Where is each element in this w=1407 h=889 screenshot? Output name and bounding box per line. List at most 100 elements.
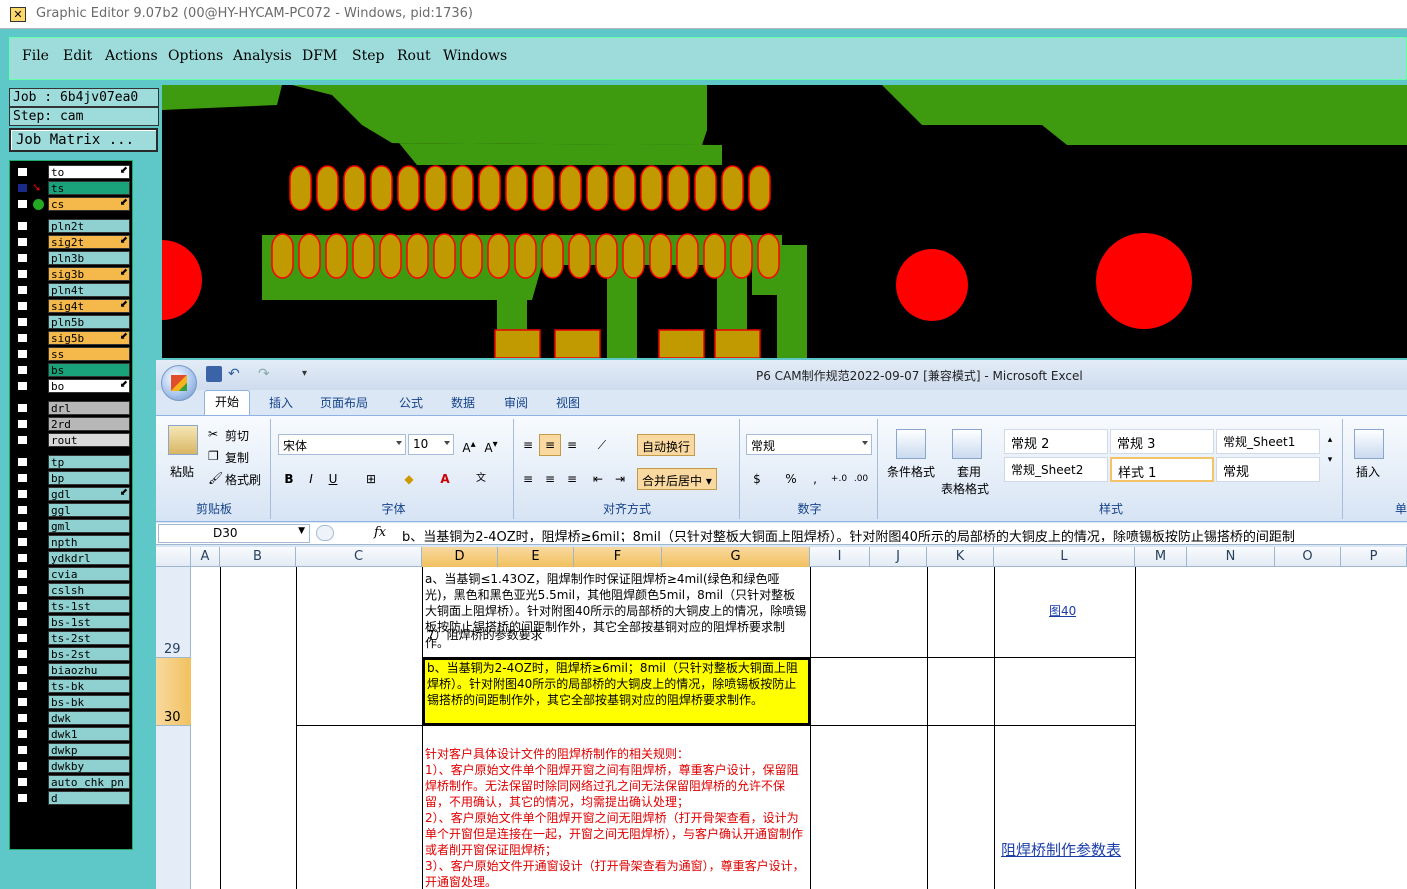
align-center-icon[interactable]: ≡ bbox=[539, 468, 561, 490]
select-all-corner[interactable] bbox=[156, 547, 191, 567]
layer-row-gdl[interactable]: gdl ⬋ bbox=[14, 487, 130, 501]
layer-row-d[interactable]: d bbox=[14, 791, 130, 805]
layer-name[interactable]: sig5b bbox=[48, 331, 130, 345]
layer-checkbox[interactable] bbox=[17, 167, 28, 177]
layer-row-to[interactable]: to ⬋ bbox=[14, 165, 130, 179]
layer-checkbox[interactable] bbox=[17, 761, 28, 771]
col-header-m[interactable]: M bbox=[1135, 547, 1187, 567]
layer-checkbox[interactable] bbox=[17, 457, 28, 467]
menu-windows[interactable]: Windows bbox=[443, 48, 507, 64]
layer-row-pln4t[interactable]: pln4t bbox=[14, 283, 130, 297]
number-format-select[interactable]: 常规 bbox=[746, 434, 872, 455]
layer-name[interactable]: gml bbox=[48, 519, 130, 533]
align-left-icon[interactable]: ≡ bbox=[517, 468, 539, 490]
layer-name[interactable]: ggl bbox=[48, 503, 130, 517]
layer-checkbox[interactable] bbox=[17, 349, 28, 359]
wrap-text-button[interactable]: 自动换行 bbox=[637, 434, 696, 456]
col-header-l[interactable]: L bbox=[994, 547, 1135, 567]
layer-row-sig4t[interactable]: sig4t ⬋ bbox=[14, 299, 130, 313]
paste-button[interactable]: 粘贴 bbox=[170, 463, 194, 480]
layer-checkbox[interactable] bbox=[17, 793, 28, 803]
menu-actions[interactable]: Actions bbox=[105, 48, 158, 64]
conditional-format-icon[interactable] bbox=[896, 429, 926, 459]
menu-step[interactable]: Step bbox=[352, 48, 384, 64]
style-normal-3[interactable]: 常规 3 bbox=[1110, 429, 1214, 454]
font-size-select[interactable]: 10 bbox=[408, 434, 454, 455]
col-header-n[interactable]: N bbox=[1187, 547, 1275, 567]
layer-row-biaozhu[interactable]: biaozhu bbox=[14, 663, 130, 677]
layer-row-bs-1st[interactable]: bs-1st bbox=[14, 615, 130, 629]
col-header-f[interactable]: F bbox=[574, 547, 662, 567]
layer-name[interactable]: npth bbox=[48, 535, 130, 549]
tab-view[interactable]: 视图 bbox=[556, 394, 580, 411]
decrease-decimal-icon[interactable]: .00 bbox=[850, 468, 872, 490]
layer-name[interactable]: bo bbox=[48, 379, 130, 393]
layer-checkbox[interactable] bbox=[17, 317, 28, 327]
layer-checkbox[interactable] bbox=[17, 221, 28, 231]
align-top-icon[interactable]: ≡ bbox=[517, 434, 539, 456]
merge-center-button[interactable]: 合并后居中 ▾ bbox=[637, 468, 717, 490]
menu-options[interactable]: Options bbox=[168, 48, 223, 64]
layer-checkbox[interactable] bbox=[17, 665, 28, 675]
layer-checkbox[interactable] bbox=[17, 381, 28, 391]
layer-name[interactable]: pln4t bbox=[48, 283, 130, 297]
font-name-select[interactable]: 宋体 bbox=[278, 434, 406, 455]
layer-name[interactable]: rout bbox=[48, 433, 130, 447]
underline-button[interactable]: U bbox=[322, 468, 344, 490]
col-header-a[interactable]: A bbox=[191, 547, 220, 567]
format-table-icon[interactable] bbox=[952, 429, 982, 459]
layer-name[interactable]: pln5b bbox=[48, 315, 130, 329]
layer-row-2rd[interactable]: 2rd bbox=[14, 417, 130, 431]
layer-checkbox[interactable] bbox=[17, 745, 28, 755]
layer-row-sig2t[interactable]: sig2t ⬋ bbox=[14, 235, 130, 249]
layer-checkbox[interactable] bbox=[17, 365, 28, 375]
formula-input[interactable]: b、当基铜为2-4OZ时，阻焊桥≥6mil；8mil（只针对整板大铜面上阻焊桥）… bbox=[402, 526, 1407, 542]
col-header-b[interactable]: B bbox=[220, 547, 296, 567]
menu-rout[interactable]: Rout bbox=[397, 48, 431, 64]
percent-button[interactable]: % bbox=[780, 468, 802, 490]
layer-name[interactable]: sig2t bbox=[48, 235, 130, 249]
format-table-button[interactable]: 套用 bbox=[957, 463, 981, 480]
layer-checkbox[interactable] bbox=[17, 269, 28, 279]
insert-cells-button[interactable]: 插入 bbox=[1356, 463, 1380, 480]
layer-name[interactable]: dwkp bbox=[48, 743, 130, 757]
layer-row-bo[interactable]: bo ⬋ bbox=[14, 379, 130, 393]
layer-checkbox[interactable] bbox=[17, 537, 28, 547]
layer-row-auto_chk_pn[interactable]: auto_chk_pn bbox=[14, 775, 130, 789]
cell-d31[interactable]: 针对客户具体设计文件的阻焊桥制作的相关规则： 1）、客户原始文件单个阻焊开窗之间… bbox=[425, 746, 807, 889]
borders-icon[interactable]: ⊞ bbox=[360, 468, 382, 490]
col-header-c[interactable]: C bbox=[296, 547, 422, 567]
fill-color-icon[interactable]: ◆ bbox=[398, 468, 420, 490]
style-normal[interactable]: 常规 bbox=[1216, 457, 1320, 482]
paste-icon[interactable] bbox=[168, 425, 198, 455]
style-1[interactable]: 样式 1 bbox=[1110, 457, 1214, 482]
redo-icon[interactable]: ↷ bbox=[258, 366, 274, 382]
menu-edit[interactable]: Edit bbox=[63, 48, 92, 64]
layer-name[interactable]: ts-1st bbox=[48, 599, 130, 613]
style-normal-sheet1[interactable]: 常规_Sheet1 bbox=[1216, 429, 1320, 454]
layer-row-bs-2st[interactable]: bs-2st bbox=[14, 647, 130, 661]
layer-checkbox[interactable] bbox=[17, 697, 28, 707]
layer-name[interactable]: dwk bbox=[48, 711, 130, 725]
layer-name[interactable]: bs bbox=[48, 363, 130, 377]
col-header-j[interactable]: J bbox=[870, 547, 927, 567]
layer-row-dwk1[interactable]: dwk1 bbox=[14, 727, 130, 741]
layer-name[interactable]: cs bbox=[48, 197, 130, 211]
style-normal-sheet2[interactable]: 常规_Sheet2 bbox=[1004, 457, 1108, 482]
grow-font-icon[interactable]: A▴ bbox=[458, 434, 480, 456]
layer-row-dwkp[interactable]: dwkp bbox=[14, 743, 130, 757]
layer-checkbox[interactable] bbox=[17, 649, 28, 659]
qat-customize-icon[interactable]: ▾ bbox=[302, 366, 318, 382]
layer-name[interactable]: sig3b bbox=[48, 267, 130, 281]
layer-checkbox[interactable] bbox=[17, 301, 28, 311]
layer-row-npth[interactable]: npth bbox=[14, 535, 130, 549]
layer-row-sig5b[interactable]: sig5b ⬋ bbox=[14, 331, 130, 345]
comma-button[interactable]: , bbox=[804, 468, 826, 490]
increase-indent-icon[interactable]: ⇥ bbox=[609, 468, 631, 490]
menu-file[interactable]: File bbox=[22, 48, 49, 64]
layer-checkbox[interactable] bbox=[17, 729, 28, 739]
layer-name[interactable]: ts-2st bbox=[48, 631, 130, 645]
cell-d30-selected[interactable]: b、当基铜为2-4OZ时，阻焊桥≥6mil；8mil（只针对整板大铜面上阻焊桥）… bbox=[423, 658, 810, 725]
layer-row-bp[interactable]: bp bbox=[14, 471, 130, 485]
cut-button[interactable]: 剪切 bbox=[225, 427, 249, 444]
